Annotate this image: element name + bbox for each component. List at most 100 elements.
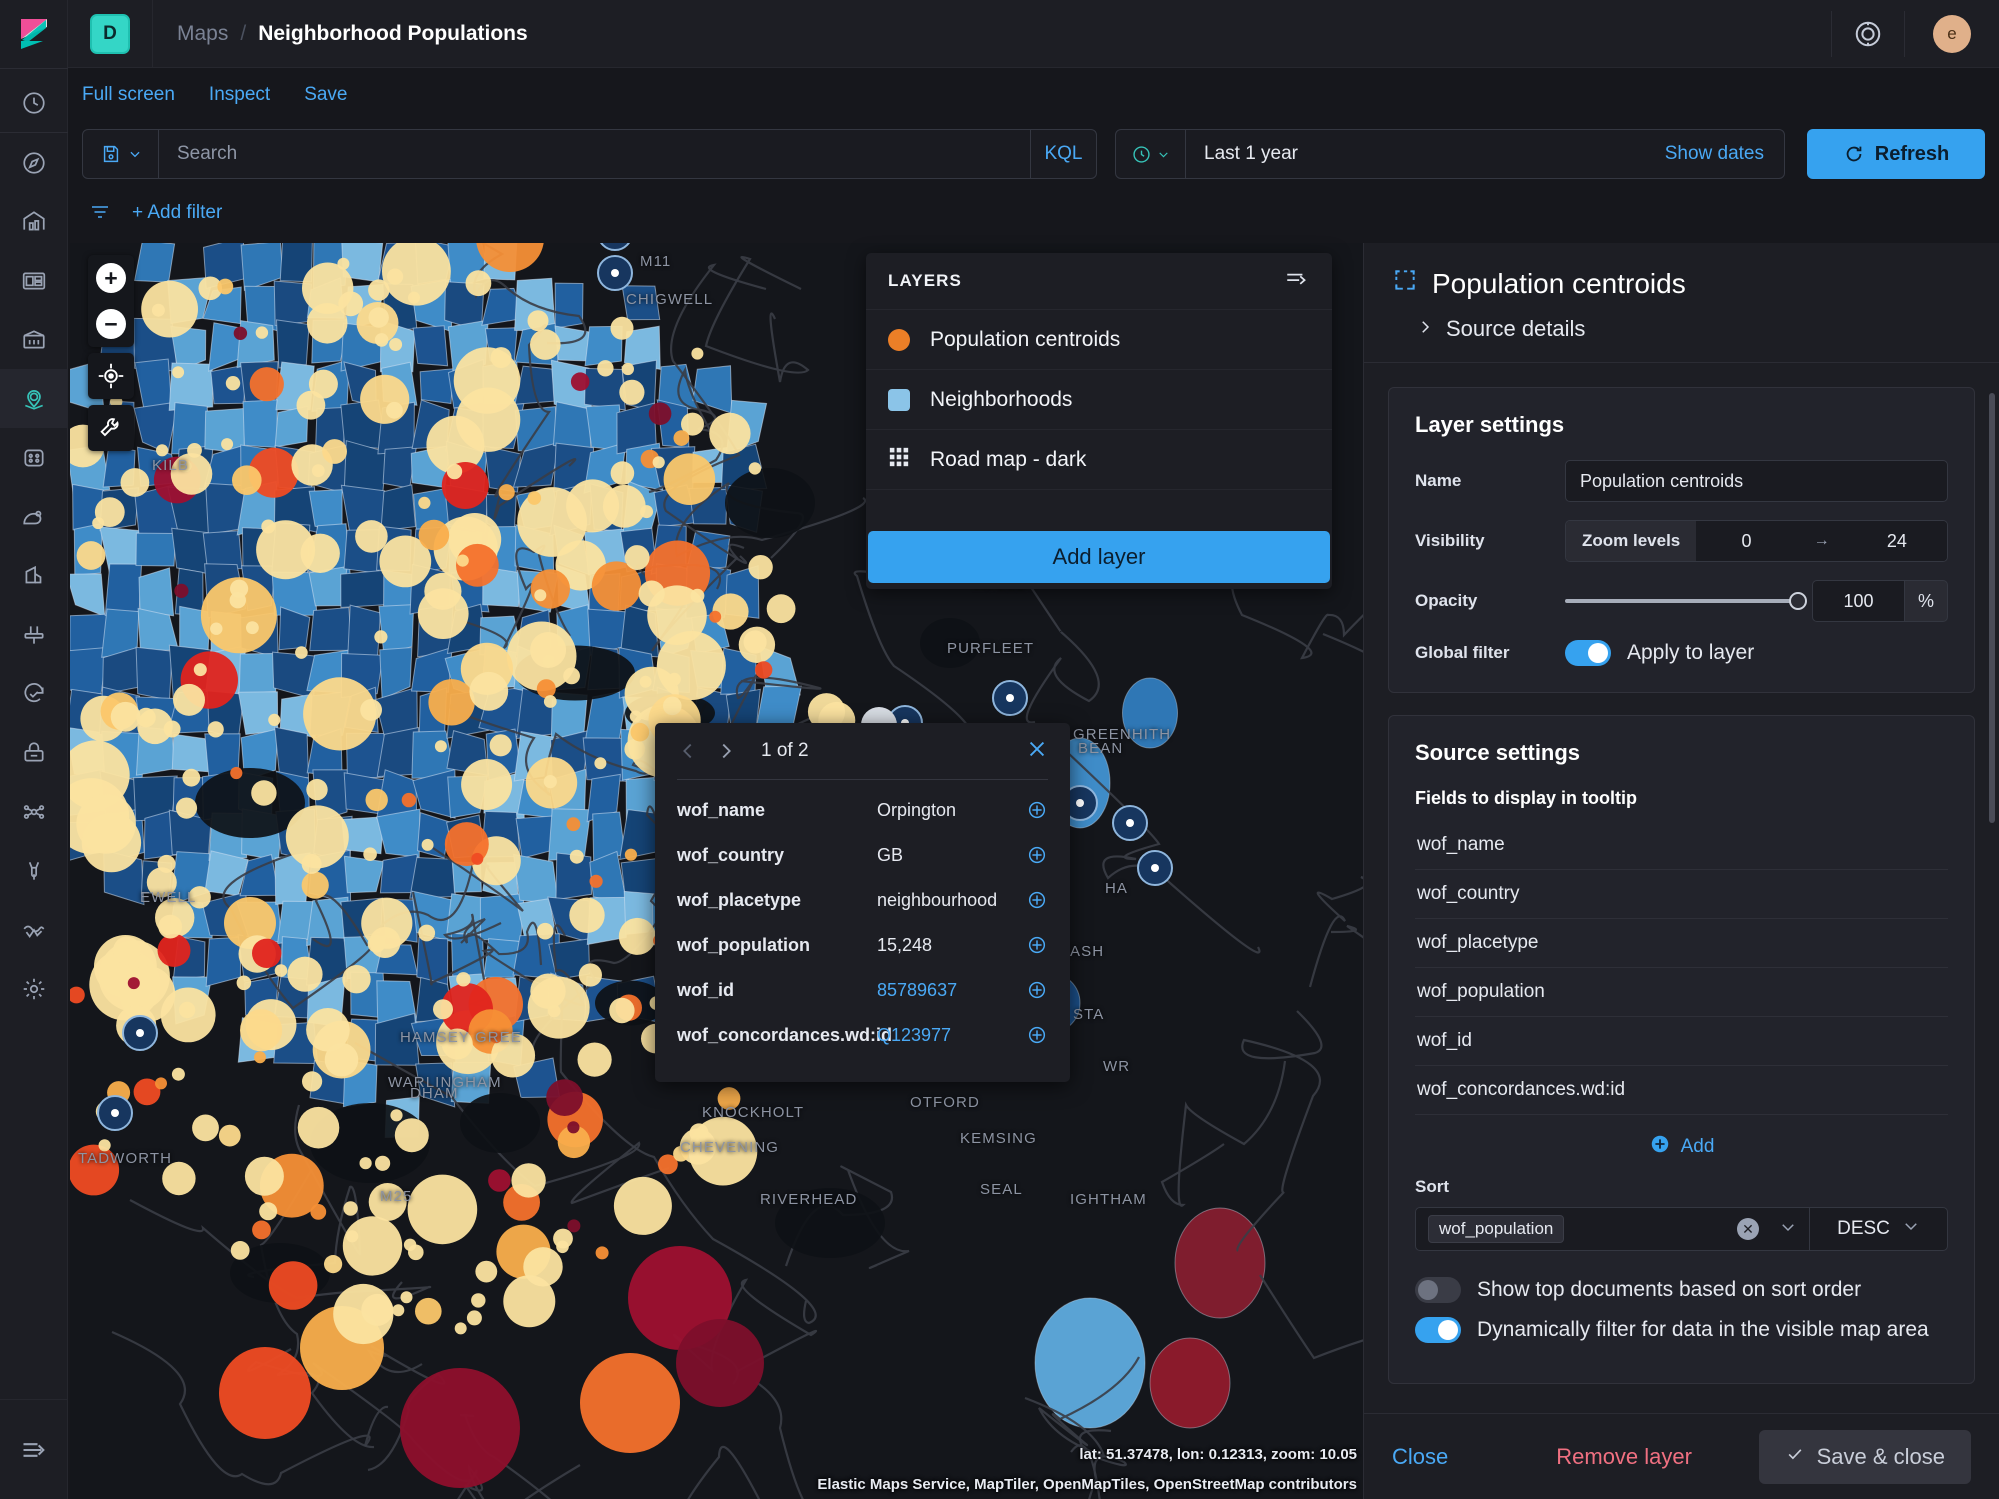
opacity-input[interactable]: 100 [1812,580,1904,622]
tooltip-row: wof_population 15,248 [655,925,1070,970]
maps-icon[interactable] [0,369,68,428]
dev-tools-icon[interactable] [0,841,68,900]
avatar[interactable]: e [1933,14,1971,53]
refresh-button[interactable]: Refresh [1807,129,1985,179]
tooltip-key: wof_placetype [677,890,802,910]
inspect-button[interactable]: Inspect [209,84,270,106]
tooltip-field-row[interactable]: wof_id [1415,1017,1948,1066]
opacity-row: Opacity 100 % [1415,580,1948,622]
discover-icon[interactable] [0,133,68,192]
show-dates-button[interactable]: Show dates [1665,143,1784,165]
help-circle-icon[interactable] [1832,0,1904,68]
visualize-icon[interactable] [0,546,68,605]
zoom-max-input[interactable]: 24 [1846,521,1947,561]
draw-tools-icon[interactable] [88,405,134,451]
tooltip-field-row[interactable]: wof_country [1415,870,1948,919]
machine-learning-icon[interactable] [0,428,68,487]
show-top-documents-toggle[interactable] [1415,1277,1461,1303]
add-filter-icon[interactable] [1026,934,1048,961]
flyout-layer-title: Population centroids [1432,267,1686,299]
collapse-nav-icon[interactable] [0,1399,68,1499]
fleet-icon[interactable] [0,782,68,841]
layer-item-road-map-dark[interactable]: Road map - dark [866,429,1332,489]
clock-icon[interactable] [1116,129,1186,179]
tooltip-field-row[interactable]: wof_concordances.wd:id [1415,1066,1948,1115]
kibana-logo-icon[interactable] [0,0,68,68]
add-tooltip-field-button[interactable]: Add [1415,1115,1948,1167]
app-badge[interactable]: D [90,13,130,54]
tooltip-value[interactable]: 85789637 [877,979,1016,1002]
sort-field-select[interactable]: wof_population ✕ [1415,1207,1810,1251]
management-icon[interactable] [0,959,68,1018]
dynamic-filter-toggle[interactable] [1415,1317,1461,1343]
dashboard-icon[interactable] [0,192,68,251]
chevron-down-icon[interactable] [1779,1218,1797,1241]
sort-direction-select[interactable]: DESC [1810,1207,1948,1251]
layer-name-input[interactable]: Population centroids [1565,460,1948,502]
apply-to-layer-toggle[interactable] [1565,640,1611,666]
opacity-label: Opacity [1415,591,1478,610]
breadcrumb-maps[interactable]: Maps [177,22,228,46]
add-filter-icon[interactable] [1026,1024,1048,1051]
add-filter-button[interactable]: + Add filter [132,202,222,224]
tooltip-row: wof_country GB [655,835,1070,880]
zoom-out-button[interactable]: − [88,301,134,347]
logs-icon[interactable] [0,605,68,664]
tooltip-value[interactable]: Q123977 [877,1024,1016,1047]
observability-icon[interactable] [0,900,68,959]
add-filter-icon[interactable] [1026,844,1048,871]
search-input[interactable]: Search [159,143,1030,165]
tooltip-field-row[interactable]: wof_name [1415,821,1948,870]
tooltip-value: GB [877,845,904,865]
tooltip-field-row[interactable]: wof_placetype [1415,919,1948,968]
zoom-min-input[interactable]: 0 [1696,521,1797,561]
layer-menu-icon[interactable] [1284,266,1310,297]
full-screen-button[interactable]: Full screen [82,84,175,106]
security-icon[interactable] [0,723,68,782]
chevron-right-icon[interactable] [715,740,737,762]
query-bar: Search KQL Last 1 year Show dates Refres… [68,122,1999,186]
enterprise-search-icon[interactable] [0,310,68,369]
filter-icon[interactable] [82,195,118,231]
kibana-maps-app: D Maps / Neighborhood Populations e Full… [0,0,1999,1499]
recently-viewed-icon[interactable] [0,73,68,132]
tooltip-field-row[interactable]: wof_population [1415,968,1948,1017]
layer-settings-heading: Layer settings [1415,412,1565,437]
saved-query-icon[interactable] [83,130,159,178]
save-and-close-button[interactable]: Save & close [1758,1429,1971,1484]
source-details-toggle[interactable]: Source details [1416,316,1971,342]
sort-field-value: wof_population [1428,1215,1565,1243]
layer-item-neighborhoods[interactable]: Neighborhoods [866,369,1332,429]
flyout-scrollbar[interactable] [1989,393,1995,823]
header-right-group: e [1831,0,1999,68]
opacity-slider[interactable] [1565,592,1812,610]
close-icon[interactable] [1026,738,1048,765]
tooltip-row: wof_name Orpington [655,790,1070,835]
canvas-icon[interactable] [0,251,68,310]
check-icon [1785,1444,1805,1470]
add-filter-icon[interactable] [1026,979,1048,1006]
graph-icon[interactable] [0,487,68,546]
zoom-levels-group: Zoom levels 0 → 24 [1565,520,1948,562]
map-attribution: Elastic Maps Service, MapTiler, OpenMapT… [817,1476,1357,1493]
chevron-left-icon[interactable] [677,740,699,762]
date-range-value[interactable]: Last 1 year [1186,143,1665,165]
opacity-slider-knob[interactable] [1789,592,1807,610]
zoom-in-button[interactable]: + [88,255,134,301]
clear-icon[interactable]: ✕ [1737,1218,1759,1240]
uptime-icon[interactable] [0,664,68,723]
header-divider [1904,10,1905,57]
tooltip-key: wof_name [677,800,766,820]
layer-item-population-centroids[interactable]: Population centroids [866,309,1332,369]
close-button[interactable]: Close [1392,1444,1448,1470]
add-layer-button[interactable]: Add layer [868,531,1330,583]
add-filter-icon[interactable] [1026,889,1048,916]
show-top-documents-row: Show top documents based on sort order [1415,1277,1948,1303]
save-button[interactable]: Save [304,84,347,106]
fit-to-data-icon[interactable] [88,353,134,399]
remove-layer-button[interactable]: Remove layer [1556,1444,1692,1470]
kql-toggle[interactable]: KQL [1030,130,1096,178]
visibility-row: Visibility Zoom levels 0 → 24 [1415,520,1948,562]
chevron-down-icon [1902,1217,1920,1241]
add-filter-icon[interactable] [1026,799,1048,826]
